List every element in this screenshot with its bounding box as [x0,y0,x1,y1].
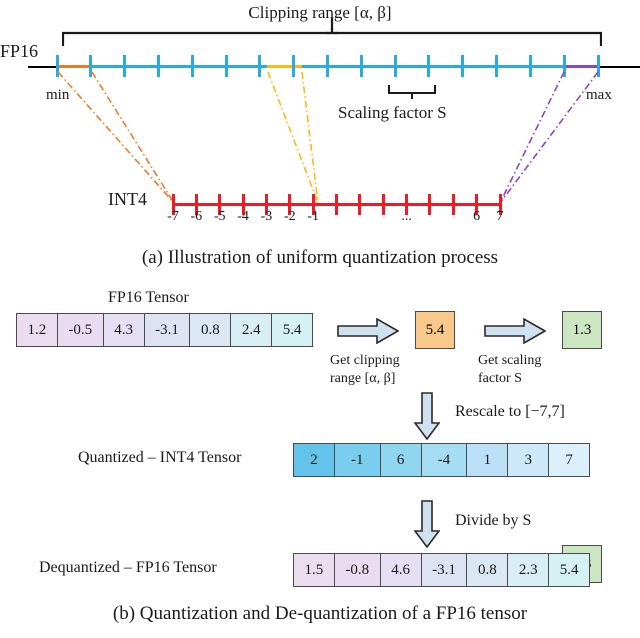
rescale-label: Rescale to [−7,7] [455,403,565,420]
int4-tick-label: -6 [190,209,203,224]
scaling-factor-box: 1.3 [562,311,602,349]
int4-tensor-cell: 1 [467,444,509,476]
dequantized-tensor-cell: 4.6 [380,554,422,586]
int4-axis-tick [381,194,385,215]
fp16-tensor-cell: 1.2 [17,314,58,346]
int4-tensor-cell: -1 [334,444,381,476]
quantized-tensor-title: Quantized – INT4 Tensor [78,449,242,466]
fp16-tensor-cell: 0.8 [190,314,232,346]
int4-axis-tick [451,194,455,215]
dequantized-tensor-cell: -3.1 [421,554,468,586]
fp16-tensor-title: FP16 Tensor [108,289,189,306]
divide-by-s-label: Divide by S [455,512,532,529]
int4-axis-tick [335,194,338,215]
get-scaling-factor-line2: factor S [478,370,522,386]
caption-b: (b) Quantization and De-quantization of … [112,603,528,624]
int4-tick-label: 7 [496,209,504,224]
int4-tick-label: -3 [260,209,273,224]
arrow-down-divide-icon [414,500,440,548]
get-scaling-factor-line1: Get scaling [478,353,542,368]
int4-tick-label: 6 [473,209,481,224]
get-scaling-factor-label: Get scaling factor S [478,352,541,387]
arrow-right-get-scaling-icon [484,318,546,344]
int4-tensor-cell: -4 [421,444,468,476]
dequantized-tensor-title: Dequantized – FP16 Tensor [39,559,217,576]
fp16-tensor-cell: -3.1 [144,314,191,346]
get-clipping-range-line1: Get clipping [330,353,400,368]
int4-tensor-cell: 3 [508,444,550,476]
int4-tick-label: -2 [283,209,296,224]
dequantized-tensor-cell: -0.8 [334,554,381,586]
fp16-tensor: 1.2 -0.5 4.3 -3.1 0.8 2.4 5.4 [16,313,313,347]
fp16-tensor-cell: 4.3 [103,314,145,346]
int4-tick-label: -7 [167,209,179,224]
int4-axis-tick [428,194,432,215]
caption-a: (a) Illustration of uniform quantization… [141,247,499,268]
int4-tensor-cell: 2 [294,444,335,476]
dequantized-tensor: 1.5 -0.8 4.6 -3.1 0.8 2.3 5.4 [293,553,590,587]
dequantized-tensor-cell: 1.5 [294,554,335,586]
int4-tensor-cell: 6 [380,444,422,476]
int4-axis-tick [358,194,362,215]
fp16-tensor-cell: 5.4 [272,314,313,346]
int4-axis-label: INT4 [108,189,147,209]
dequantized-tensor-cell: 0.8 [467,554,509,586]
dequantized-tensor-cell: 5.4 [549,554,590,586]
int4-tick-label: -4 [237,209,249,224]
arrow-down-rescale-icon [414,392,440,440]
panel-a-quantization-diagram: Clipping range [α, β] FP16 min max Scali… [0,0,640,240]
dequantized-tensor-cell: 2.3 [508,554,550,586]
arrow-right-get-clipping-icon [337,318,399,344]
fp16-tensor-cell: -0.5 [57,314,104,346]
get-clipping-range-label: Get clipping range [α, β] [330,352,400,387]
int4-tick-label: -1 [307,209,319,224]
int4-tensor-cell: 7 [549,444,590,476]
int4-tick-label: -5 [213,209,226,224]
int4-tensor: 2 -1 6 -4 1 3 7 [293,443,590,477]
int4-tick-label: ... [401,209,412,224]
clipping-value-box: 5.4 [415,311,455,349]
get-clipping-range-line2: range [α, β] [330,370,396,386]
fp16-tensor-cell: 2.4 [231,314,273,346]
